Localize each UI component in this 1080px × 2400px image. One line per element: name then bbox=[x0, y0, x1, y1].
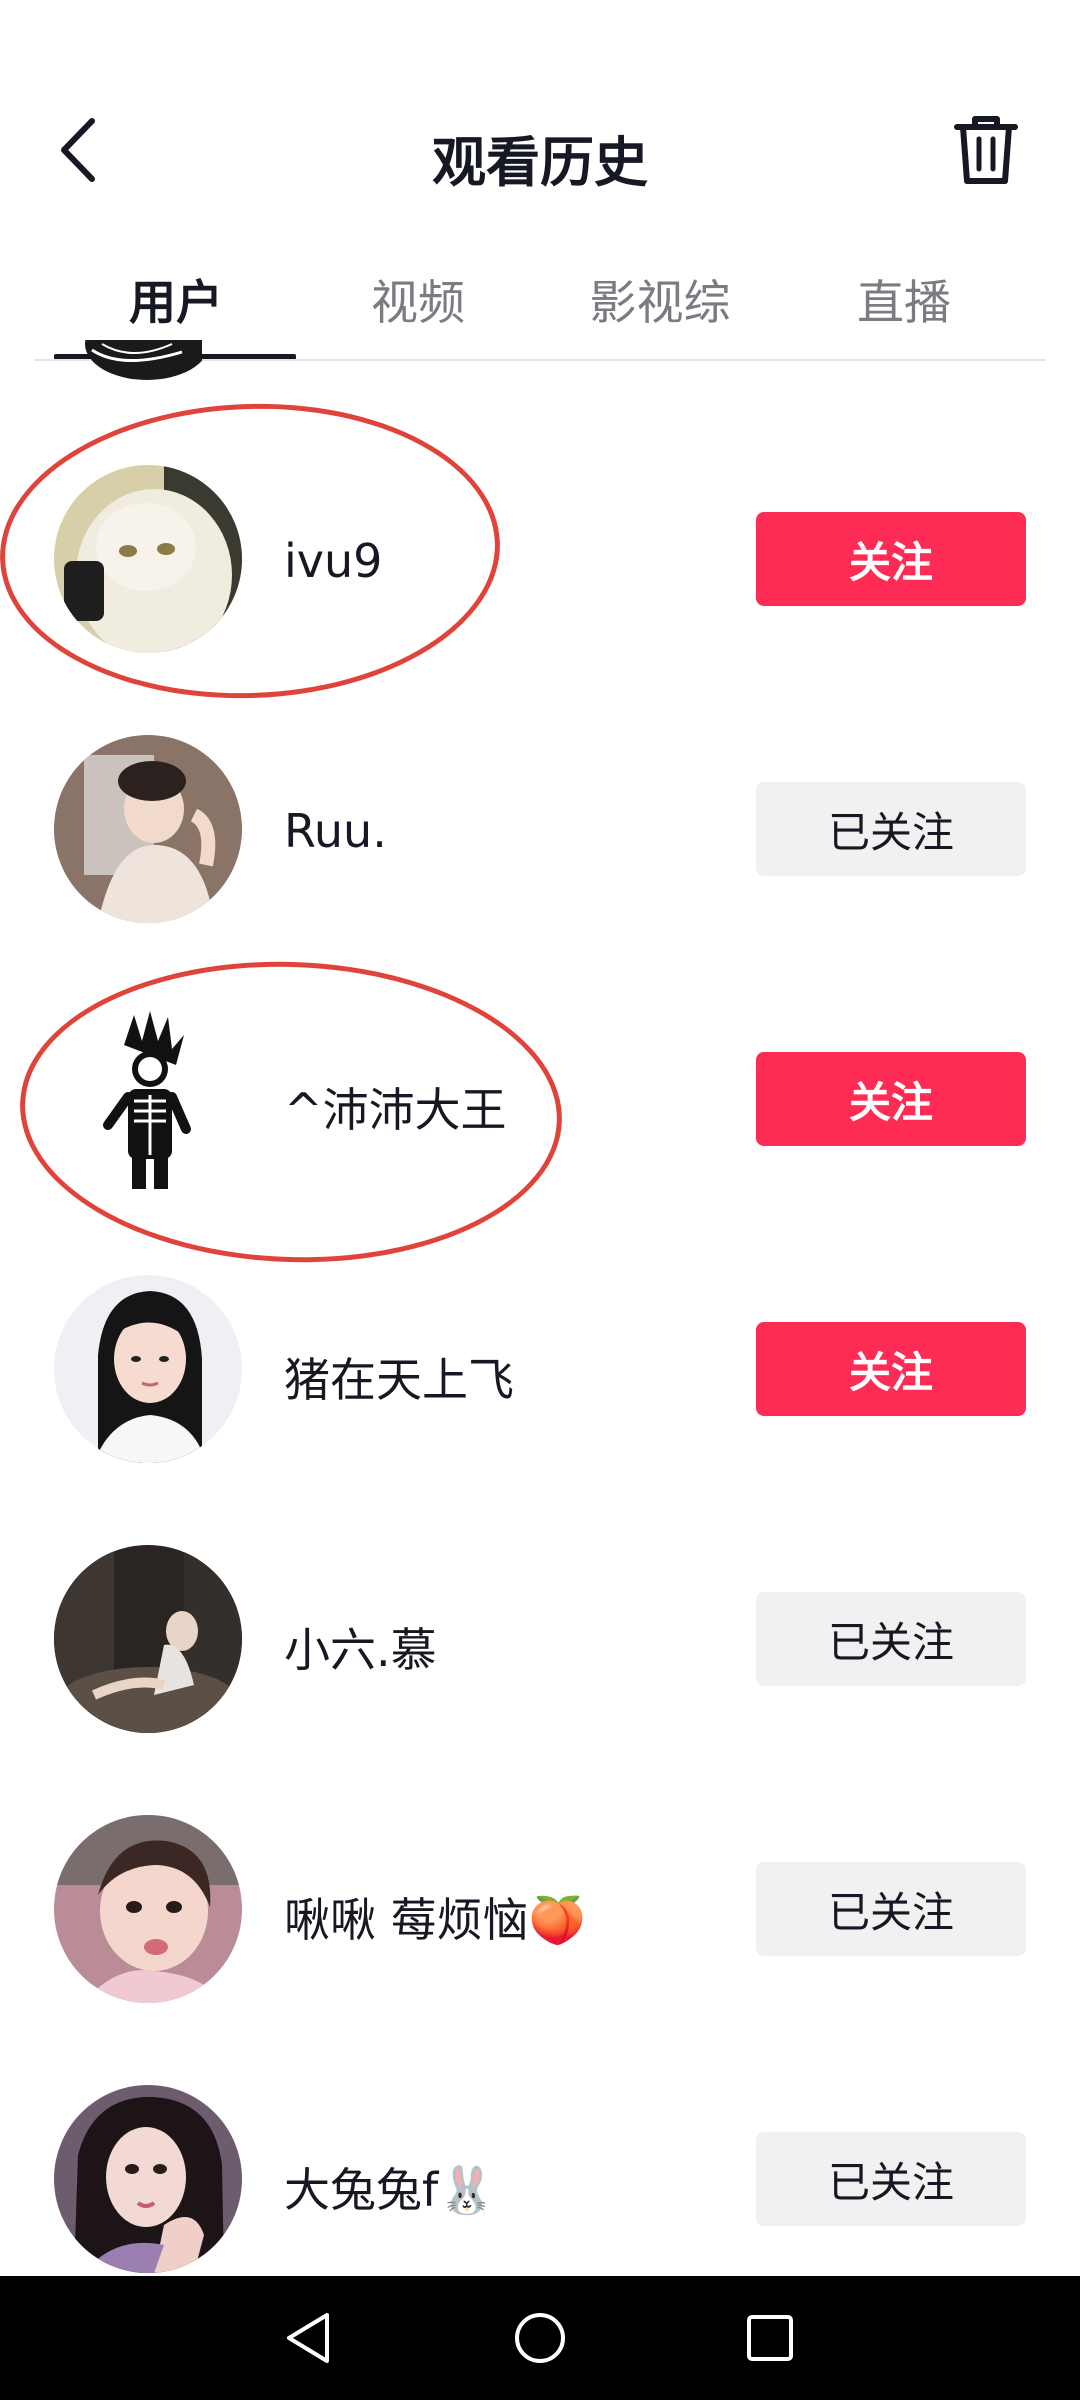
username[interactable]: 大兔兔f🐰 bbox=[284, 2154, 495, 2220]
list-item[interactable]: ^沛沛大王 关注 bbox=[0, 988, 1080, 1218]
username[interactable]: ivu9 bbox=[284, 534, 382, 588]
follow-button[interactable]: 关注 bbox=[756, 1052, 1026, 1146]
username[interactable]: 啾啾 莓烦恼🍑 bbox=[284, 1884, 586, 1950]
nav-back-button[interactable] bbox=[268, 2302, 348, 2374]
partial-avatar bbox=[62, 340, 202, 384]
tab-videos[interactable]: 视频 bbox=[296, 264, 540, 333]
avatar[interactable] bbox=[54, 2085, 242, 2273]
tab-live[interactable]: 直播 bbox=[782, 264, 1026, 333]
avatar[interactable] bbox=[54, 465, 242, 653]
following-button[interactable]: 已关注 bbox=[756, 782, 1026, 876]
list-item[interactable]: ivu9 关注 bbox=[0, 448, 1080, 678]
triangle-back-icon bbox=[287, 2313, 329, 2363]
avatar[interactable] bbox=[54, 1545, 242, 1733]
avatar[interactable] bbox=[54, 735, 242, 923]
list-item[interactable]: 大兔兔f🐰 已关注 bbox=[0, 2068, 1080, 2298]
follow-button[interactable]: 关注 bbox=[756, 512, 1026, 606]
list-item[interactable]: Ruu. 已关注 bbox=[0, 718, 1080, 948]
header: 观看历史 bbox=[0, 0, 1080, 230]
avatar[interactable] bbox=[54, 1815, 242, 2003]
username[interactable]: 猪在天上飞 bbox=[284, 1344, 514, 1410]
clear-history-button[interactable] bbox=[946, 108, 1026, 192]
following-button[interactable]: 已关注 bbox=[756, 1592, 1026, 1686]
square-recents-icon bbox=[747, 2315, 793, 2361]
page-title: 观看历史 bbox=[432, 131, 648, 194]
username[interactable]: ^沛沛大王 bbox=[284, 1074, 507, 1140]
follow-button[interactable]: 关注 bbox=[756, 1322, 1026, 1416]
list-item[interactable]: 小六.慕 已关注 bbox=[0, 1528, 1080, 1758]
tab-film-tv[interactable]: 影视综 bbox=[538, 264, 782, 333]
list-item[interactable]: 啾啾 莓烦恼🍑 已关注 bbox=[0, 1798, 1080, 2028]
trash-icon bbox=[954, 116, 1018, 184]
list-item[interactable]: 猪在天上飞 关注 bbox=[0, 1258, 1080, 1488]
username[interactable]: 小六.慕 bbox=[284, 1614, 437, 1680]
following-button[interactable]: 已关注 bbox=[756, 1862, 1026, 1956]
avatar[interactable] bbox=[54, 1275, 242, 1463]
circle-home-icon bbox=[515, 2313, 565, 2363]
following-button[interactable]: 已关注 bbox=[756, 2132, 1026, 2226]
system-nav-bar bbox=[0, 2276, 1080, 2400]
avatar[interactable] bbox=[54, 1005, 242, 1193]
nav-home-button[interactable] bbox=[500, 2302, 580, 2374]
tab-users[interactable]: 用户 bbox=[54, 264, 298, 333]
username[interactable]: Ruu. bbox=[284, 804, 387, 858]
nav-recents-button[interactable] bbox=[730, 2302, 810, 2374]
